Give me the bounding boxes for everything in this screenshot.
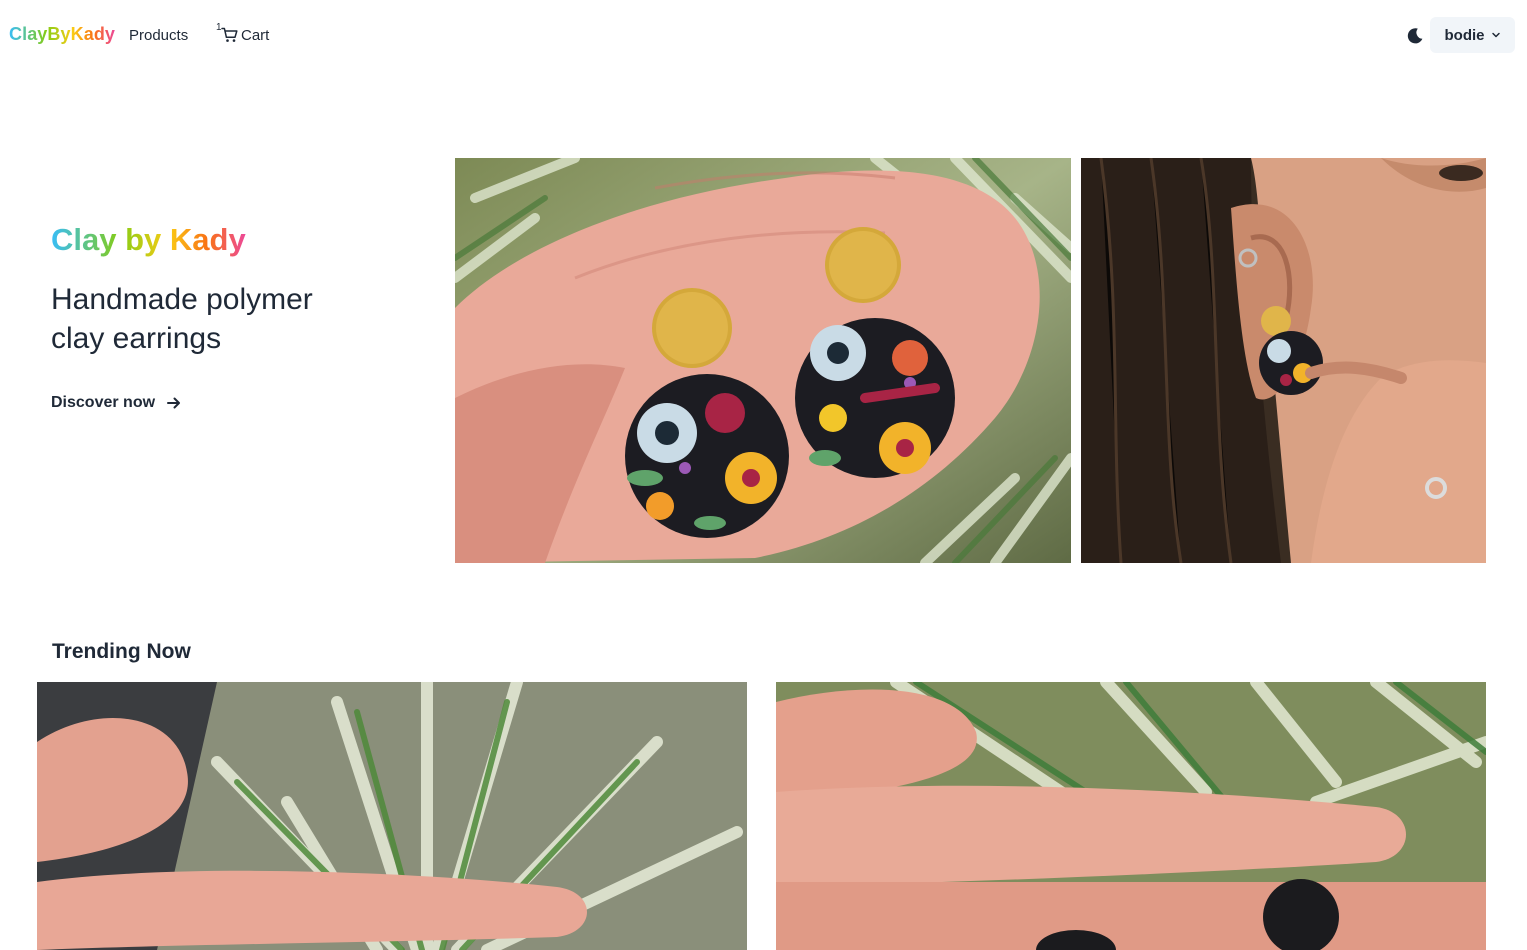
hero-image-earrings-in-hand bbox=[455, 158, 1071, 563]
arrow-right-icon bbox=[167, 397, 181, 409]
cart-icon bbox=[221, 27, 238, 42]
discover-now-link[interactable]: Discover now bbox=[51, 394, 182, 412]
navbar: ClayByKady Products 1 Cart bodie bbox=[0, 0, 1527, 70]
hero-image-earring-worn bbox=[1081, 158, 1486, 563]
trending-now-heading: Trending Now bbox=[52, 640, 191, 663]
trending-product-image-2[interactable] bbox=[776, 682, 1486, 950]
hero-subtitle: Handmade polymer clay earrings bbox=[51, 283, 313, 355]
brand-logo[interactable]: ClayByKady bbox=[9, 24, 115, 45]
cart-label: Cart bbox=[241, 27, 270, 44]
hero-title: Clay by Kady bbox=[51, 220, 246, 260]
nav-products-link[interactable]: Products bbox=[129, 27, 188, 44]
user-name: bodie bbox=[1444, 26, 1485, 44]
chevron-down-icon bbox=[1491, 32, 1500, 38]
trending-product-image-1[interactable] bbox=[37, 682, 747, 950]
discover-label: Discover now bbox=[51, 394, 156, 411]
user-menu-button[interactable]: bodie bbox=[1430, 17, 1515, 53]
moon-icon[interactable] bbox=[1405, 26, 1425, 46]
